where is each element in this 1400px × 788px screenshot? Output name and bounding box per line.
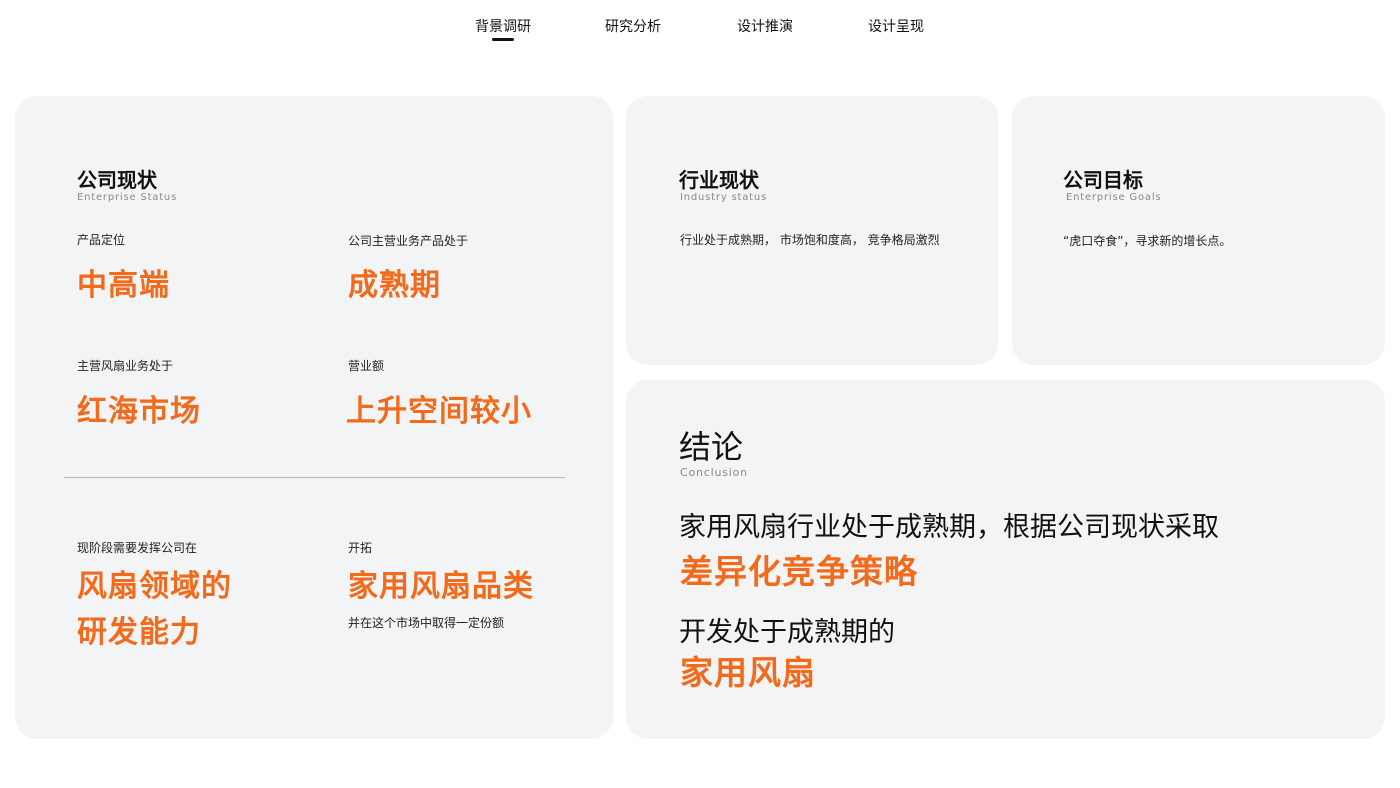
fan-market-label: 主营风扇业务处于 [77,359,174,373]
expand-value: 家用风扇品类 [348,569,534,604]
company-status-subtitle: Enterprise Status [77,192,178,203]
expand-label: 开拓 [348,541,373,555]
main-business-stage-value: 成熟期 [348,268,441,303]
conclusion-subtitle: Conclusion [680,466,748,479]
fan-market-value: 红海市场 [77,394,201,429]
tab-label: 设计呈现 [868,19,924,35]
conclusion-title: 结论 [679,428,744,466]
tab-label: 研究分析 [605,19,661,35]
company-goals-text: “虎口夺食”，寻求新的增长点。 [1063,234,1232,248]
product-position-value: 中高端 [77,268,170,303]
active-tab-indicator [492,38,514,41]
tab-label: 设计推演 [737,19,793,35]
company-goals-subtitle: Enterprise Goals [1066,192,1162,203]
tab-label: 背景调研 [475,19,531,35]
industry-status-text: 行业处于成熟期， 市场饱和度高， 竞争格局激烈 [680,233,940,247]
expand-note: 并在这个市场中取得一定份额 [348,616,505,630]
revenue-value: 上升空间较小 [346,394,532,429]
tab-background-research[interactable]: 背景调研 [475,16,531,41]
conclusion-highlight2: 家用风扇 [680,653,816,692]
tab-design-presentation[interactable]: 设计呈现 [868,16,924,36]
tab-design-deduction[interactable]: 设计推演 [737,16,793,36]
company-goals-card [1012,96,1385,365]
product-position-label: 产品定位 [77,233,126,247]
company-status-title: 公司现状 [77,168,157,192]
rd-capability-value-line2: 研发能力 [77,615,201,650]
industry-status-title: 行业现状 [679,168,759,192]
conclusion-line1: 家用风扇行业处于成熟期，根据公司现状采取 [679,512,1219,543]
conclusion-highlight1: 差异化竞争策略 [680,552,918,591]
rd-capability-value-line1: 风扇领域的 [77,569,232,604]
main-business-stage-label: 公司主营业务产品处于 [348,234,469,248]
section-divider [64,477,565,478]
revenue-label: 营业额 [348,359,385,373]
industry-status-subtitle: Industry status [680,192,768,203]
company-goals-title: 公司目标 [1063,168,1143,192]
top-nav: 背景调研 研究分析 设计推演 设计呈现 [0,0,1400,50]
tab-research-analysis[interactable]: 研究分析 [605,16,661,36]
conclusion-line2: 开发处于成熟期的 [679,617,895,648]
rd-capability-label: 现阶段需要发挥公司在 [77,541,198,555]
